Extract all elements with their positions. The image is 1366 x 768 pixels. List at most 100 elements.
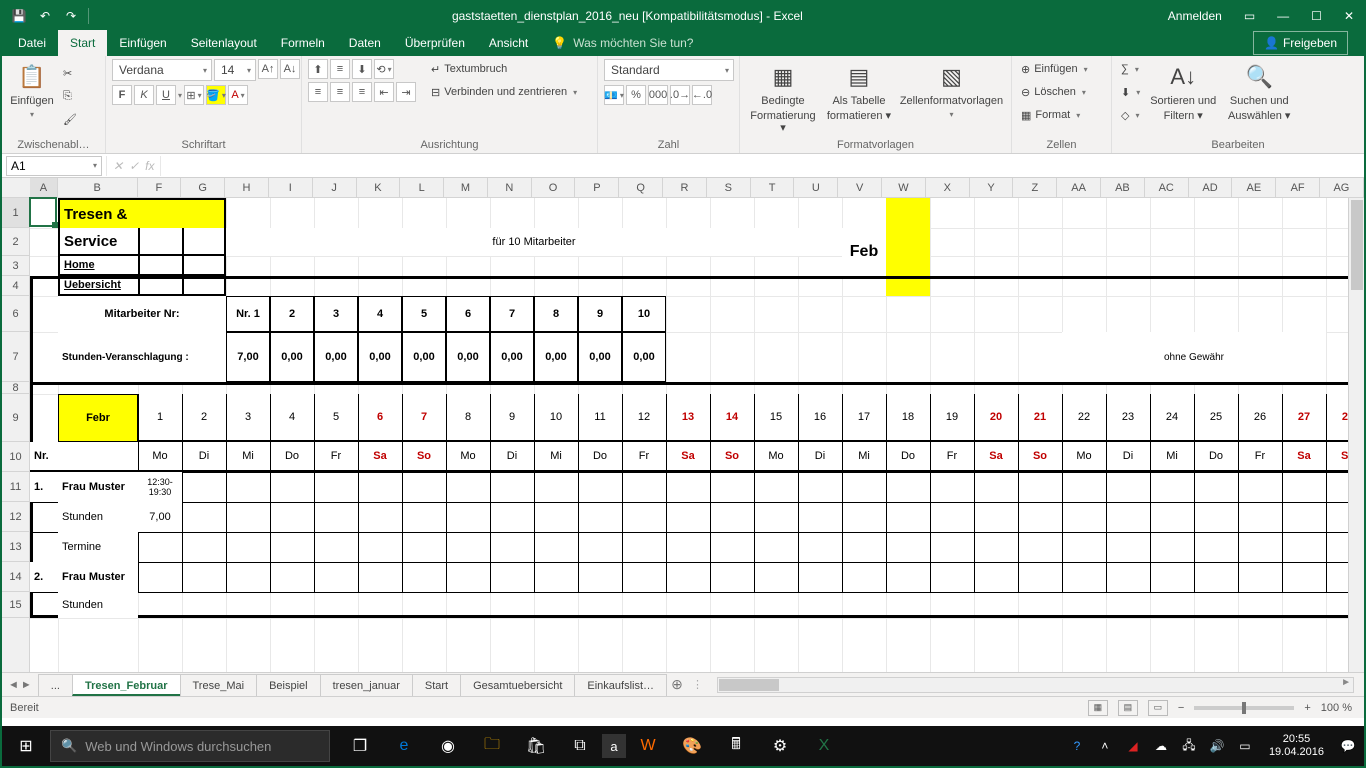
col-head[interactable]: M (444, 178, 488, 197)
cell[interactable] (886, 198, 930, 296)
cond-format-button[interactable]: ▦BedingteFormatierung ▾ (746, 59, 820, 135)
col-head[interactable]: AG (1320, 178, 1364, 197)
vertical-scrollbar[interactable] (1348, 198, 1364, 672)
cell[interactable]: 22 (1062, 394, 1106, 442)
sheet-tab[interactable]: Gesamtuebersicht (460, 674, 575, 696)
sheet-nav-next[interactable]: ► (21, 679, 32, 691)
sheet-tab-dots[interactable]: ... (38, 674, 73, 696)
task-view-icon[interactable]: ❐ (338, 726, 382, 766)
cell[interactable]: 0,00 (534, 332, 578, 382)
cell[interactable]: Nr. 1 (226, 296, 270, 332)
cell[interactable]: 9 (578, 296, 622, 332)
align-bottom-button[interactable]: ⬇ (352, 59, 372, 79)
inc-decimal-button[interactable]: .0→ (670, 85, 690, 105)
close-icon[interactable]: ✕ (1334, 2, 1364, 30)
cell[interactable]: für 10 Mitarbeiter (226, 228, 842, 256)
onedrive-icon[interactable]: ☁ (1149, 726, 1173, 766)
explorer-icon[interactable]: 🗀 (470, 726, 514, 766)
cell[interactable]: 18 (886, 394, 930, 442)
insert-cells-button[interactable]: ⊕Einfügen (1018, 59, 1091, 79)
cell[interactable]: 2 (182, 394, 226, 442)
redo-icon[interactable]: ↷ (60, 5, 82, 27)
enter-fx-icon[interactable]: ✓ (129, 159, 139, 173)
view-layout-button[interactable]: ▤ (1118, 700, 1138, 716)
cell[interactable]: 7 (402, 394, 446, 442)
paste-button[interactable]: 📋Einfügen▾ (8, 59, 56, 119)
font-size-combo[interactable]: 14 (214, 59, 256, 81)
font-combo[interactable]: Verdana (112, 59, 212, 81)
autosum-button[interactable]: ∑ (1118, 59, 1143, 79)
cell[interactable]: So (402, 442, 446, 472)
cell[interactable]: Termine (58, 532, 138, 562)
col-head[interactable]: AD (1189, 178, 1233, 197)
edge-icon[interactable]: e (382, 726, 426, 766)
sheet-tab[interactable]: Trese_Mai (180, 674, 258, 696)
col-head[interactable]: AA (1057, 178, 1101, 197)
align-top-button[interactable]: ⬆ (308, 59, 328, 79)
cell[interactable] (138, 228, 182, 256)
sheet-tab[interactable]: tresen_januar (320, 674, 413, 696)
cell[interactable]: Frau Muster (58, 472, 138, 502)
cell[interactable]: 6 (358, 394, 402, 442)
store-icon[interactable]: 🛍 (514, 726, 558, 766)
cell[interactable]: Do (886, 442, 930, 472)
cell[interactable] (138, 256, 182, 276)
row-head[interactable]: 6 (2, 296, 29, 332)
cell[interactable]: 0,00 (622, 332, 666, 382)
sheet-tab[interactable]: Beispiel (256, 674, 321, 696)
maximize-icon[interactable]: ☐ (1301, 2, 1332, 30)
chrome-icon[interactable]: ◉ (426, 726, 470, 766)
cell[interactable]: Fr (930, 442, 974, 472)
cell[interactable]: Mo (446, 442, 490, 472)
zoom-out-button[interactable]: − (1178, 702, 1184, 714)
cell[interactable]: Tresen & (58, 198, 226, 228)
cell[interactable]: 11 (578, 394, 622, 442)
sheet-tab[interactable]: Einkaufslist… (574, 674, 667, 696)
sheet-nav-prev[interactable]: ◄ (8, 679, 19, 691)
view-break-button[interactable]: ▭ (1148, 700, 1168, 716)
cell[interactable]: 10 (534, 394, 578, 442)
view-normal-button[interactable]: ▦ (1088, 700, 1108, 716)
cell[interactable]: Fr (622, 442, 666, 472)
cell[interactable]: 5 (402, 296, 446, 332)
cell[interactable] (182, 256, 226, 276)
cell[interactable]: Feb (842, 228, 886, 276)
currency-button[interactable]: 💶 (604, 85, 624, 105)
amazon-icon[interactable]: a (602, 734, 626, 758)
cell[interactable] (58, 442, 138, 472)
cell[interactable]: Sa (358, 442, 402, 472)
col-head[interactable]: Y (970, 178, 1014, 197)
cell[interactable]: 1. (30, 472, 58, 502)
clear-button[interactable]: ◇ (1118, 105, 1143, 125)
cell[interactable]: Sa (974, 442, 1018, 472)
cell[interactable]: Stunden (58, 502, 138, 532)
sheet-tab-active[interactable]: Tresen_Februar (72, 674, 181, 696)
cell[interactable] (138, 276, 182, 296)
cell[interactable]: 13 (666, 394, 710, 442)
cell[interactable]: 0,00 (270, 332, 314, 382)
cell-styles-button[interactable]: ▧Zellenformatvorlagen▾ (898, 59, 1005, 119)
cell[interactable]: 12 (622, 394, 666, 442)
cell[interactable]: Stunden (58, 592, 138, 618)
cell[interactable]: 26 (1238, 394, 1282, 442)
tab-insert[interactable]: Einfügen (107, 30, 178, 56)
share-button[interactable]: 👤Freigeben (1253, 31, 1348, 55)
cell[interactable]: Mi (534, 442, 578, 472)
cell[interactable]: 9 (490, 394, 534, 442)
cell[interactable]: Fr (314, 442, 358, 472)
row-head[interactable]: 8 (2, 382, 29, 394)
col-head[interactable]: G (181, 178, 225, 197)
col-head[interactable]: L (400, 178, 444, 197)
wrap-button[interactable]: ↵Textumbruch (428, 59, 580, 79)
cell[interactable]: Uebersicht (58, 276, 138, 296)
save-icon[interactable]: 💾 (8, 5, 30, 27)
row-head[interactable]: 13 (2, 532, 29, 562)
cell[interactable]: Fr (1238, 442, 1282, 472)
cell[interactable]: So (1018, 442, 1062, 472)
cell[interactable]: 0,00 (314, 332, 358, 382)
col-head[interactable]: S (707, 178, 751, 197)
cell[interactable]: Service (58, 228, 138, 256)
row-head[interactable]: 2 (2, 228, 29, 256)
cell[interactable]: Di (1106, 442, 1150, 472)
dropbox-icon[interactable]: ⧉ (558, 726, 602, 766)
